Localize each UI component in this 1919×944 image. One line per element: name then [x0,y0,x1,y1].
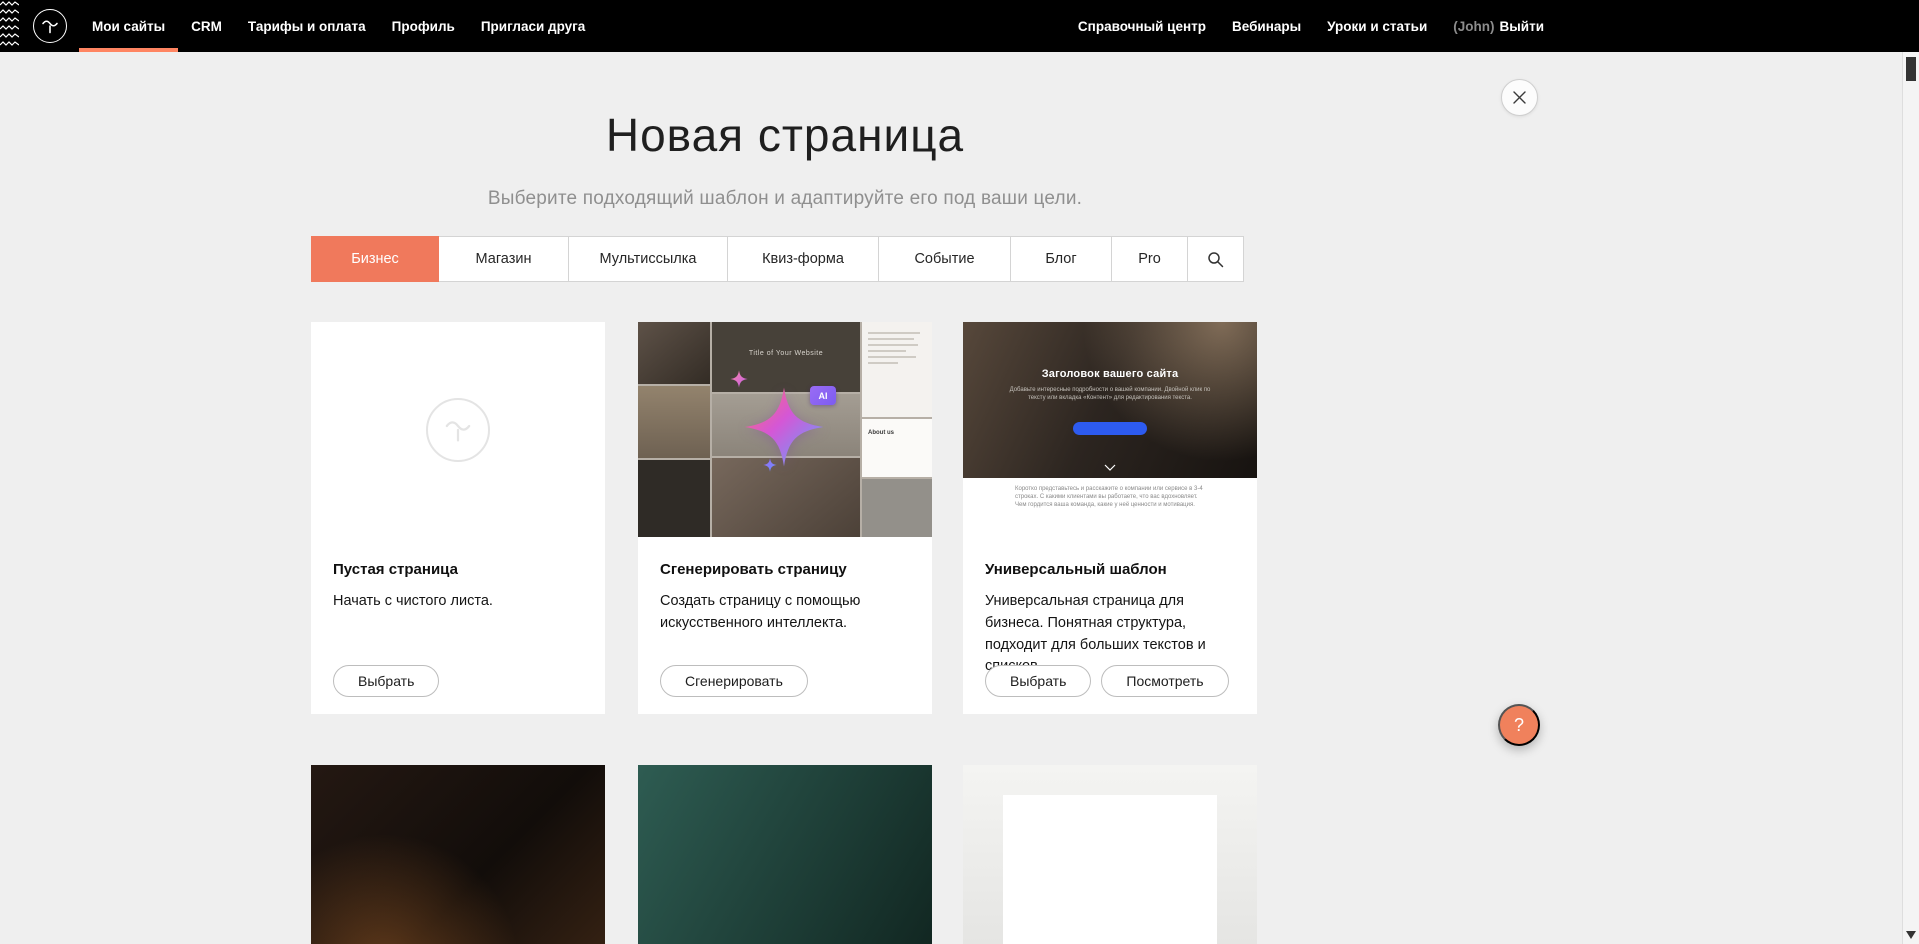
top-nav: Мои сайты CRM Тарифы и оплата Профиль Пр… [0,0,1919,52]
chevron-down-icon [1104,458,1116,476]
template-body-text: Коротко представьтесь и расскажите о ком… [963,478,1209,509]
page-title: Новая страница [0,108,1570,162]
card-title: Пустая страница [333,561,583,578]
collage-photo [638,386,710,458]
nav-item-lessons[interactable]: Уроки и статьи [1314,0,1440,52]
blank-preview [311,322,605,537]
choose-button[interactable]: Выбрать [333,665,439,697]
nav-item-invite-friend[interactable]: Пригласи друга [468,0,598,52]
nav-item-webinars[interactable]: Вебинары [1219,0,1314,52]
template-card-ai-generate: Title of Your Website About us [638,322,932,714]
tab-search[interactable] [1187,236,1244,282]
tilda-edge-pattern [0,0,19,52]
template-preview-image [638,765,932,944]
collage-site-title: Title of Your Website [712,350,860,357]
tab-blog[interactable]: Блог [1010,236,1112,282]
card-actions: Выбрать [333,665,439,697]
collage-photo [862,419,932,477]
card-title: Сгенерировать страницу [660,561,910,578]
scroll-down-arrow-icon[interactable] [1906,931,1916,939]
card-body: Универсальный шаблон Универсальная стран… [963,537,1257,714]
nav-item-my-sites[interactable]: Мои сайты [79,0,178,52]
nav-item-crm[interactable]: CRM [178,0,235,52]
nav-item-help-center[interactable]: Справочный центр [1065,0,1219,52]
universal-template-preview: Заголовок вашего сайта Добавьте интересн… [963,322,1257,537]
tab-business[interactable]: Бизнес [311,236,439,282]
scrollbar-thumb[interactable] [1906,57,1916,81]
user-box: (John) Выйти [1440,0,1544,52]
card-title: Универсальный шаблон [985,561,1235,578]
template-card-universal: Заголовок вашего сайта Добавьте интересн… [963,322,1257,714]
template-card-blank: Пустая страница Начать с чистого листа. … [311,322,605,714]
template-preview-image [963,765,1257,944]
user-name: (John) [1453,19,1494,34]
close-icon [1512,90,1527,105]
search-icon [1207,251,1224,268]
choose-button[interactable]: Выбрать [985,665,1091,697]
tab-shop[interactable]: Магазин [438,236,569,282]
template-hero-button [1073,422,1147,435]
ai-collage-preview: Title of Your Website About us [638,322,932,537]
nav-item-profile[interactable]: Профиль [379,0,468,52]
help-button[interactable]: ? [1498,704,1540,746]
template-hero: Заголовок вашего сайта Добавьте интересн… [963,322,1257,478]
page-subtitle: Выберите подходящий шаблон и адаптируйте… [0,188,1570,210]
collage-about-label: About us [868,430,894,436]
template-category-tabs: Бизнес Магазин Мультиссылка Квиз-форма С… [311,236,1244,282]
main-nav: Мои сайты CRM Тарифы и оплата Профиль Пр… [79,0,598,52]
card-body: Пустая страница Начать с чистого листа. … [311,537,605,714]
tilda-logo[interactable] [33,9,67,43]
tilda-watermark-icon [426,398,490,462]
template-card-partial[interactable] [963,765,1257,944]
secondary-nav: Справочный центр Вебинары Уроки и статьи… [1065,0,1544,52]
ai-sparkle-small-icon [730,370,748,393]
card-description: Создать страницу с помощью искусственног… [660,591,910,635]
card-actions: Сгенерировать [660,665,808,697]
close-button[interactable] [1501,79,1538,116]
collage-photo [638,460,710,537]
template-body-section: Коротко представьтесь и расскажите о ком… [963,478,1257,537]
app: Мои сайты CRM Тарифы и оплата Профиль Пр… [0,0,1919,944]
template-preview-image [311,765,605,944]
card-actions: Выбрать Посмотреть [985,665,1229,697]
ai-sparkle-small-icon [763,458,777,477]
ai-badge: AI [810,386,836,405]
template-card-partial[interactable] [311,765,605,944]
tab-multilink[interactable]: Мультиссылка [568,236,728,282]
tab-pro[interactable]: Pro [1111,236,1188,282]
card-description: Начать с чистого листа. [333,591,583,613]
template-hero-heading: Заголовок вашего сайта [963,368,1257,380]
nav-item-tariffs[interactable]: Тарифы и оплата [235,0,379,52]
collage-text-lines [868,332,926,368]
logout-link[interactable]: Выйти [1500,19,1545,34]
tab-quiz-form[interactable]: Квиз-форма [727,236,879,282]
card-body: Сгенерировать страницу Создать страницу … [638,537,932,714]
template-card-partial[interactable] [638,765,932,944]
scrollbar[interactable] [1902,52,1919,944]
template-hero-subtext: Добавьте интересные подробности о вашей … [1005,386,1215,402]
collage-photo [862,479,932,537]
tab-event[interactable]: Событие [878,236,1011,282]
view-button[interactable]: Посмотреть [1101,665,1228,697]
generate-button[interactable]: Сгенерировать [660,665,808,697]
collage-photo [638,322,710,384]
